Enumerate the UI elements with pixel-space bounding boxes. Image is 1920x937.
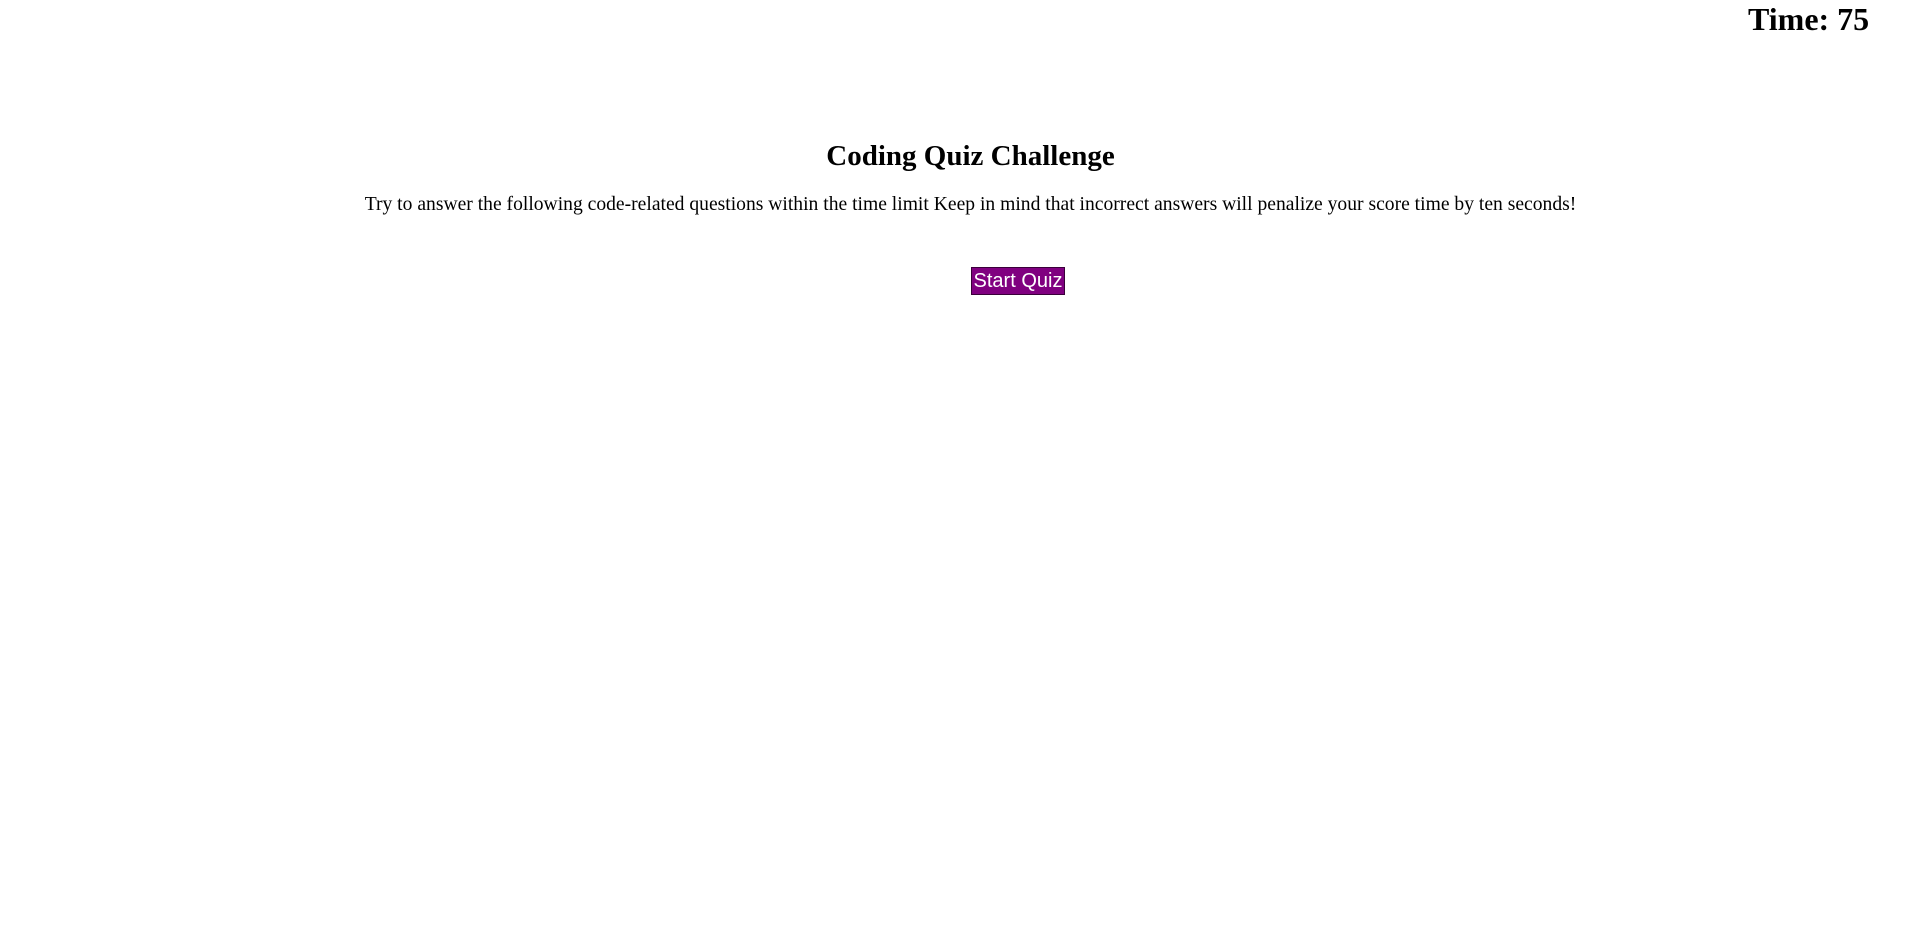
- quiz-instructions: Try to answer the following code-related…: [364, 194, 1577, 215]
- timer-value: 75: [1837, 1, 1870, 37]
- page-title: Coding Quiz Challenge: [826, 140, 1115, 172]
- timer-display: Time: 75: [1748, 0, 1869, 38]
- timer-label: Time:: [1748, 1, 1830, 37]
- start-quiz-button[interactable]: Start Quiz: [971, 267, 1065, 295]
